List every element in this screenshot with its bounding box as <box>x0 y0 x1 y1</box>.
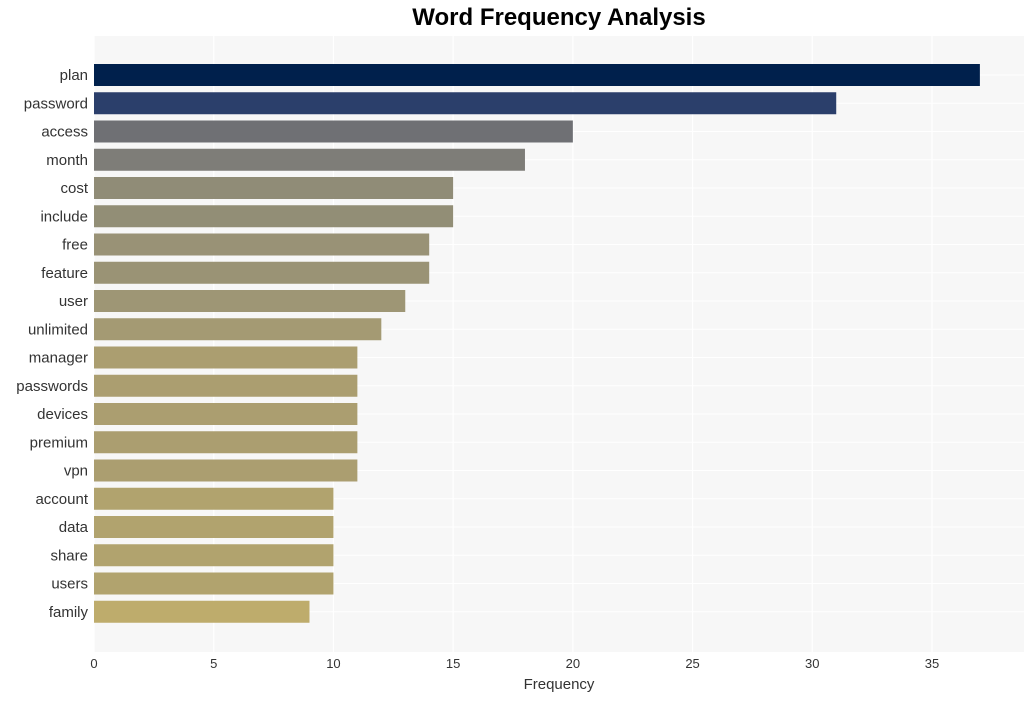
y-tick-label: users <box>51 576 88 593</box>
bar-unlimited <box>94 318 382 341</box>
y-tick-label: passwords <box>16 378 88 395</box>
bar-password <box>94 92 837 115</box>
y-tick-label: month <box>46 152 88 169</box>
bar-share <box>94 544 334 567</box>
bar-account <box>94 487 334 510</box>
x-tick-label: 5 <box>210 656 217 671</box>
x-axis-label: Frequency <box>524 676 595 693</box>
bar-family <box>94 600 310 623</box>
bar-premium <box>94 431 358 454</box>
y-tick-label: user <box>59 293 88 310</box>
bar-user <box>94 290 406 312</box>
x-tick-label: 15 <box>446 656 460 671</box>
bar-users <box>94 572 334 595</box>
bar-vpn <box>94 459 358 482</box>
y-tick-label: password <box>24 95 88 112</box>
bar-devices <box>94 403 358 425</box>
bar-plan <box>94 64 980 86</box>
x-tick-label: 30 <box>805 656 819 671</box>
bar-feature <box>94 261 430 284</box>
y-tick-label: feature <box>41 265 88 282</box>
x-tick-label: 25 <box>685 656 699 671</box>
y-tick-label: manager <box>29 350 88 367</box>
bar-chart: plan password access month cost include free fe… <box>16 36 1024 693</box>
bar-include <box>94 205 454 228</box>
y-tick-label: free <box>62 237 88 254</box>
y-tick-label: account <box>35 491 88 508</box>
y-tick-label: premium <box>30 434 88 451</box>
y-tick-label: data <box>59 519 89 536</box>
bar-access <box>94 120 573 143</box>
x-tick-label: 20 <box>566 656 580 671</box>
y-tick-label: cost <box>60 180 88 197</box>
y-tick-label: devices <box>37 406 88 423</box>
bar-data <box>94 516 334 538</box>
bar-passwords <box>94 374 358 397</box>
bar-cost <box>94 177 454 199</box>
x-tick-label: 10 <box>326 656 340 671</box>
bar-manager <box>94 346 358 369</box>
x-tick-label: 35 <box>925 656 939 671</box>
bar-free <box>94 233 430 256</box>
x-tick-label: 0 <box>90 656 97 671</box>
y-tick-label: access <box>41 124 88 141</box>
y-tick-label: include <box>40 208 88 225</box>
y-tick-label: share <box>50 547 88 564</box>
y-tick-label: vpn <box>64 463 88 480</box>
y-tick-label: plan <box>60 67 88 84</box>
y-tick-label: unlimited <box>28 321 88 338</box>
y-tick-label: family <box>49 604 89 621</box>
bar-month <box>94 148 525 171</box>
